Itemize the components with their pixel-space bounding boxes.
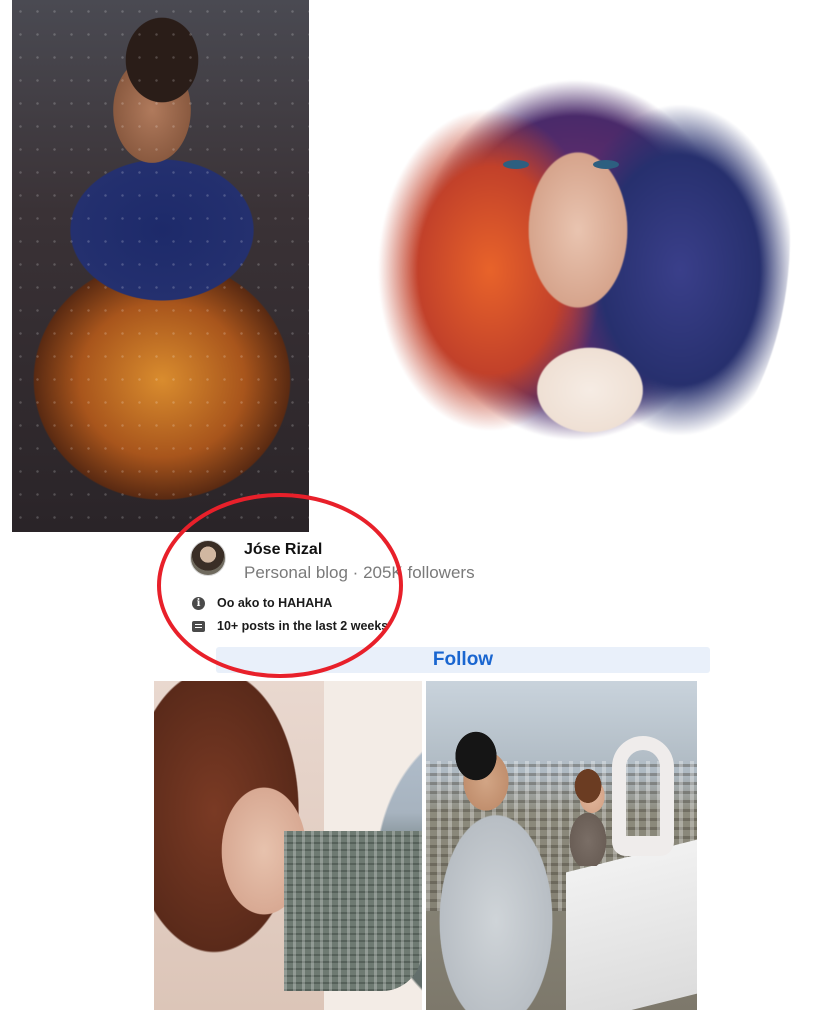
- intro-row: i Oo ako to HAHAHA: [192, 596, 332, 610]
- girl-window-image[interactable]: [154, 681, 422, 1010]
- page-name[interactable]: Jóse Rizal: [244, 541, 322, 559]
- right-eye-shape: [593, 160, 619, 169]
- man-tiger-artwork-image[interactable]: [12, 0, 309, 532]
- posts-activity-row: 10+ posts in the last 2 weeks: [192, 619, 388, 633]
- woman-portrait-artwork-image[interactable]: [340, 0, 810, 530]
- page-profile-card: Jóse Rizal Personal blog · 205K follower…: [180, 530, 710, 675]
- intro-text: Oo ako to HAHAHA: [217, 596, 333, 610]
- city-view: [284, 831, 422, 991]
- man-figure: [426, 711, 586, 1010]
- avatar[interactable]: [190, 540, 226, 576]
- couple-rooftop-image[interactable]: [426, 681, 697, 1010]
- toilet-seat-frame: [612, 736, 674, 856]
- follow-button[interactable]: Follow: [216, 647, 710, 673]
- left-eye-shape: [503, 160, 529, 169]
- watercolor-splash: [360, 10, 790, 510]
- info-icon: i: [192, 596, 205, 610]
- posts-activity-text: 10+ posts in the last 2 weeks: [217, 619, 389, 633]
- posts-icon: [192, 620, 205, 632]
- page-meta: Personal blog · 205K followers: [244, 563, 475, 582]
